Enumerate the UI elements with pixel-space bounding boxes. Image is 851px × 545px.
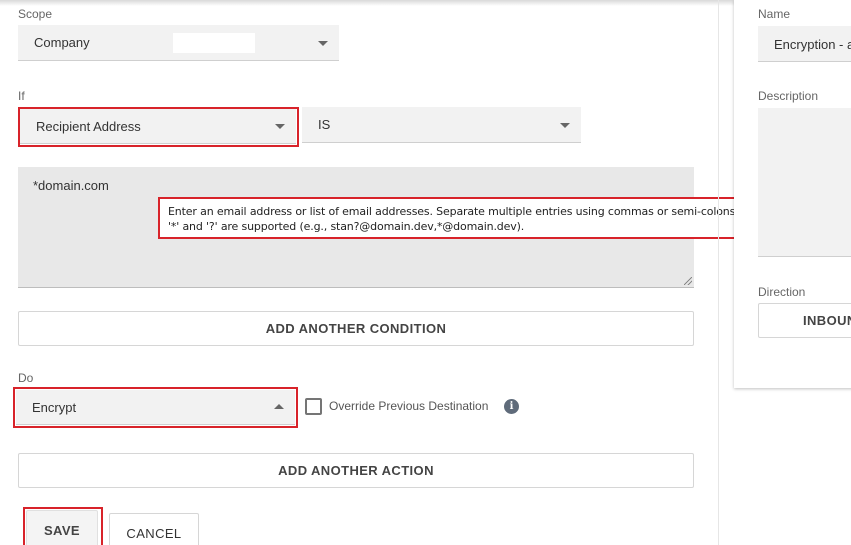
condition-operator-value: IS (318, 117, 331, 132)
description-label: Description (758, 89, 819, 103)
info-icon[interactable]: i (504, 399, 519, 414)
override-label: Override Previous Destination (329, 399, 489, 413)
right-panel: Name Encryption - a Description Directio… (734, 0, 851, 388)
condition-operator-select[interactable]: IS (302, 107, 581, 143)
condition-value-text: *domain.com (33, 178, 109, 193)
redacted-area (173, 33, 255, 53)
scope-select[interactable]: Company (18, 25, 339, 61)
chevron-down-icon (560, 122, 570, 128)
name-input[interactable]: Encryption - a (758, 26, 851, 62)
direction-label: Direction (758, 285, 806, 299)
highlight-box-save (23, 507, 103, 545)
direction-button-label: INBOUN (803, 313, 851, 328)
chevron-down-icon (318, 40, 328, 46)
add-action-button[interactable]: ADD ANOTHER ACTION (18, 453, 694, 488)
scope-select-value: Company (34, 35, 90, 50)
highlight-box-condition-field (18, 107, 299, 147)
if-label: If (18, 89, 25, 103)
panel-divider (718, 0, 719, 545)
resize-handle-icon[interactable] (684, 277, 692, 285)
name-label: Name (758, 7, 791, 21)
description-textarea[interactable] (758, 108, 851, 257)
direction-button[interactable]: INBOUN (758, 303, 851, 338)
top-shadow (0, 0, 851, 6)
cancel-button[interactable]: CANCEL (109, 513, 199, 545)
scope-label: Scope (18, 7, 53, 21)
do-label: Do (18, 371, 34, 385)
override-checkbox[interactable] (305, 398, 322, 415)
name-input-value: Encryption - a (774, 37, 851, 52)
add-condition-button[interactable]: ADD ANOTHER CONDITION (18, 311, 694, 346)
highlight-box-action (13, 387, 298, 428)
